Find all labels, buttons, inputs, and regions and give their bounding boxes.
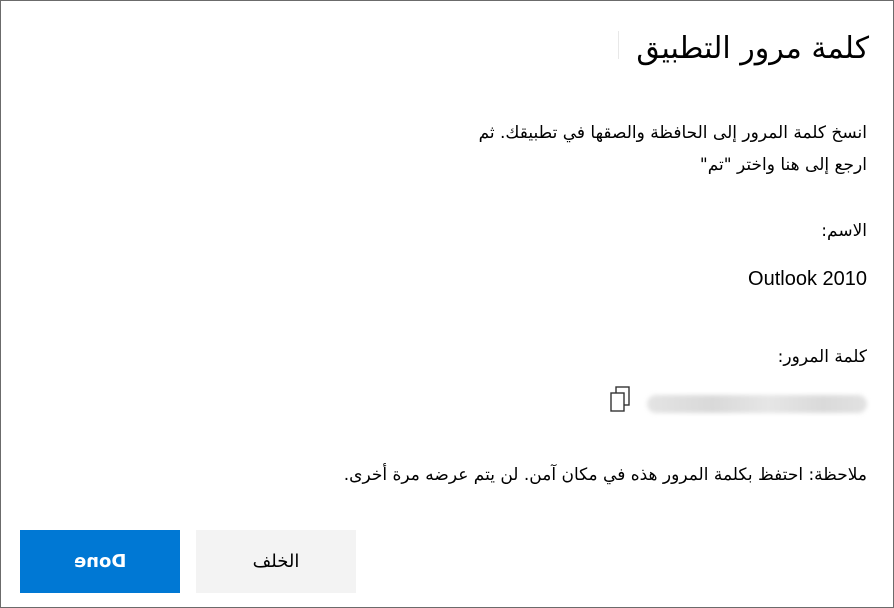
password-label: كلمة المرور: — [777, 347, 867, 367]
password-row — [607, 383, 867, 423]
app-password-dialog: كلمة مرور التطبيق انسخ كلمة المرور إلى ا… — [0, 0, 894, 608]
back-button-label: الخلف — [252, 551, 300, 572]
copy-icon[interactable] — [607, 385, 635, 417]
security-note: ملاحظة: احتفظ بكلمة المرور هذه في مكان آ… — [343, 465, 867, 485]
instructions-text: انسخ كلمة المرور إلى الحافظة والصقها في … — [478, 123, 867, 175]
back-button[interactable]: الخلف — [196, 530, 356, 593]
dialog-title: كلمة مرور التطبيق — [636, 31, 869, 66]
done-button[interactable]: Done — [20, 530, 180, 593]
title-caret — [618, 31, 619, 59]
app-name-value: Outlook 2010 — [748, 268, 867, 290]
done-button-label: Done — [73, 551, 127, 572]
name-label: الاسم: — [821, 221, 867, 241]
password-value-obscured — [647, 395, 867, 413]
